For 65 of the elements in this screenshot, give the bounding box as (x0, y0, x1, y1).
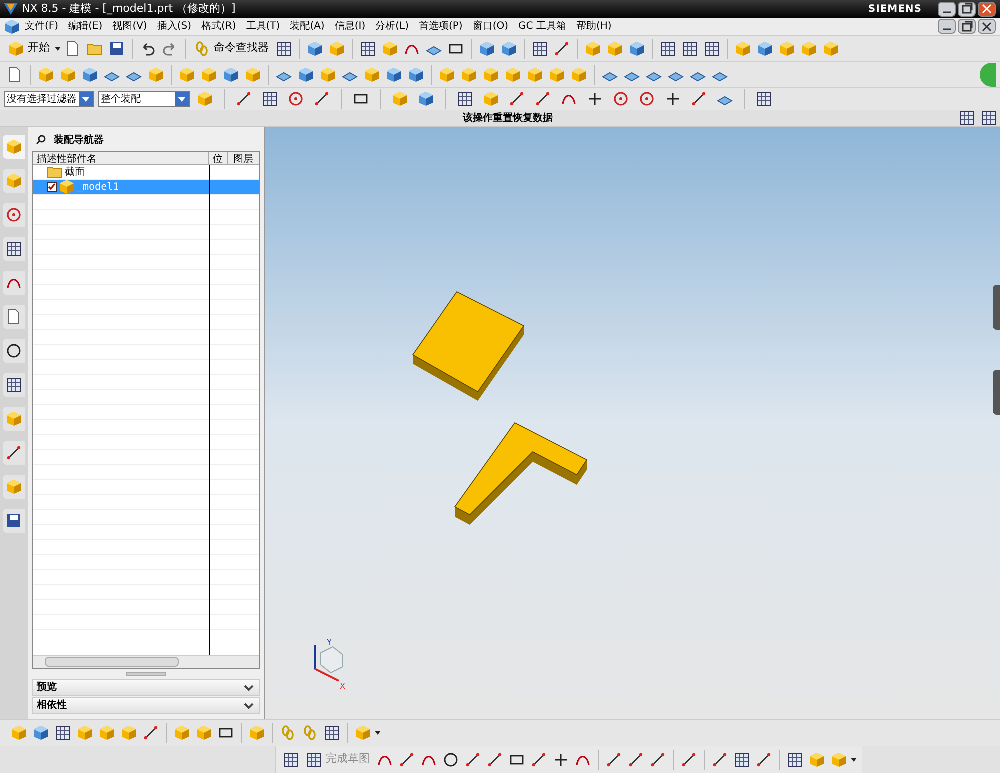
collapsible-panel-header[interactable]: 预览 (32, 679, 260, 696)
close-icon (980, 20, 994, 34)
tree-label: 截面 (65, 166, 85, 180)
panel-handle[interactable] (993, 285, 1000, 330)
tree-label: _model1 (77, 180, 120, 194)
splitter-handle[interactable] (126, 672, 166, 676)
menu-item[interactable]: 工具(T) (241, 19, 286, 34)
close-button[interactable] (978, 2, 996, 16)
scrollbar-thumb[interactable] (45, 657, 179, 667)
close-icon (980, 2, 994, 16)
cube-icon[interactable] (3, 135, 25, 159)
save-icon[interactable] (3, 509, 25, 533)
coordinate-axes-drawing (314, 645, 344, 682)
minimize-button[interactable] (938, 2, 956, 16)
app-logo-icon (4, 3, 18, 15)
window-title: NX 8.5 - 建模 - [_model1.prt （修改的）] (22, 0, 236, 17)
grid-icon[interactable] (3, 373, 25, 397)
menu-item[interactable]: 插入(S) (152, 19, 196, 34)
app-menu-icon (4, 18, 20, 34)
panel-title: 装配导航器 (54, 133, 104, 148)
restore-icon (960, 2, 974, 16)
menu-item[interactable]: 文件(F) (20, 19, 64, 34)
start-button[interactable]: 开始 (4, 38, 54, 60)
filter-dropdown[interactable]: 没有选择过滤器 (4, 91, 94, 107)
restore-icon (960, 20, 974, 34)
caret-icon[interactable] (55, 46, 61, 50)
column-header[interactable]: 描述性部件名 (33, 152, 209, 164)
chain-link-icon (194, 40, 210, 56)
column-header[interactable]: 图层 (228, 152, 259, 164)
cube-icon (8, 40, 24, 56)
chevron-down-icon[interactable] (243, 682, 255, 692)
panel-title: 相依性 (36, 698, 68, 713)
new-file-icon[interactable] (3, 305, 25, 329)
caret-icon[interactable] (851, 758, 857, 762)
target-icon[interactable] (3, 203, 25, 227)
menu-item[interactable]: 格式(R) (196, 19, 242, 34)
menu-item[interactable]: 编辑(E) (64, 19, 108, 34)
status-message: 该操作重置恢复数据 (463, 112, 553, 126)
scope-dropdown[interactable]: 整个装配 (98, 91, 190, 107)
panel-title: 预览 (36, 680, 58, 695)
grid-icon[interactable] (3, 237, 25, 261)
column-header[interactable]: 位 (209, 152, 228, 164)
menu-item[interactable]: 装配(A) (285, 19, 330, 34)
caret-icon[interactable] (375, 731, 381, 735)
menu-item[interactable]: 视图(V) (108, 19, 152, 34)
brand-name: SIEMENS (868, 2, 922, 16)
minimize-icon (942, 10, 952, 14)
horizontal-scrollbar[interactable] (33, 655, 259, 668)
menu-item[interactable]: 分析(L) (370, 19, 414, 34)
cube-icon (59, 179, 75, 195)
command-finder-button[interactable]: 命令查找器 (190, 38, 273, 60)
minimize-button[interactable] (938, 19, 956, 34)
checkbox[interactable] (47, 182, 57, 192)
axis-label: X (340, 682, 346, 691)
menu-item[interactable]: 信息(I) (330, 19, 371, 34)
minimize-icon (942, 28, 952, 31)
curve-icon[interactable] (3, 271, 25, 295)
chevron-down-icon[interactable] (243, 700, 255, 710)
collapsible-panel-header[interactable]: 相依性 (32, 697, 260, 714)
axis-label: Y (327, 638, 332, 647)
panel-handle[interactable] (993, 370, 1000, 415)
menu-item[interactable]: 帮助(H) (571, 19, 617, 34)
menu-item[interactable]: 首选项(P) (414, 19, 468, 34)
menu-item[interactable]: GC 工具箱 (514, 19, 572, 34)
menu-item[interactable]: 窗口(O) (468, 19, 514, 34)
